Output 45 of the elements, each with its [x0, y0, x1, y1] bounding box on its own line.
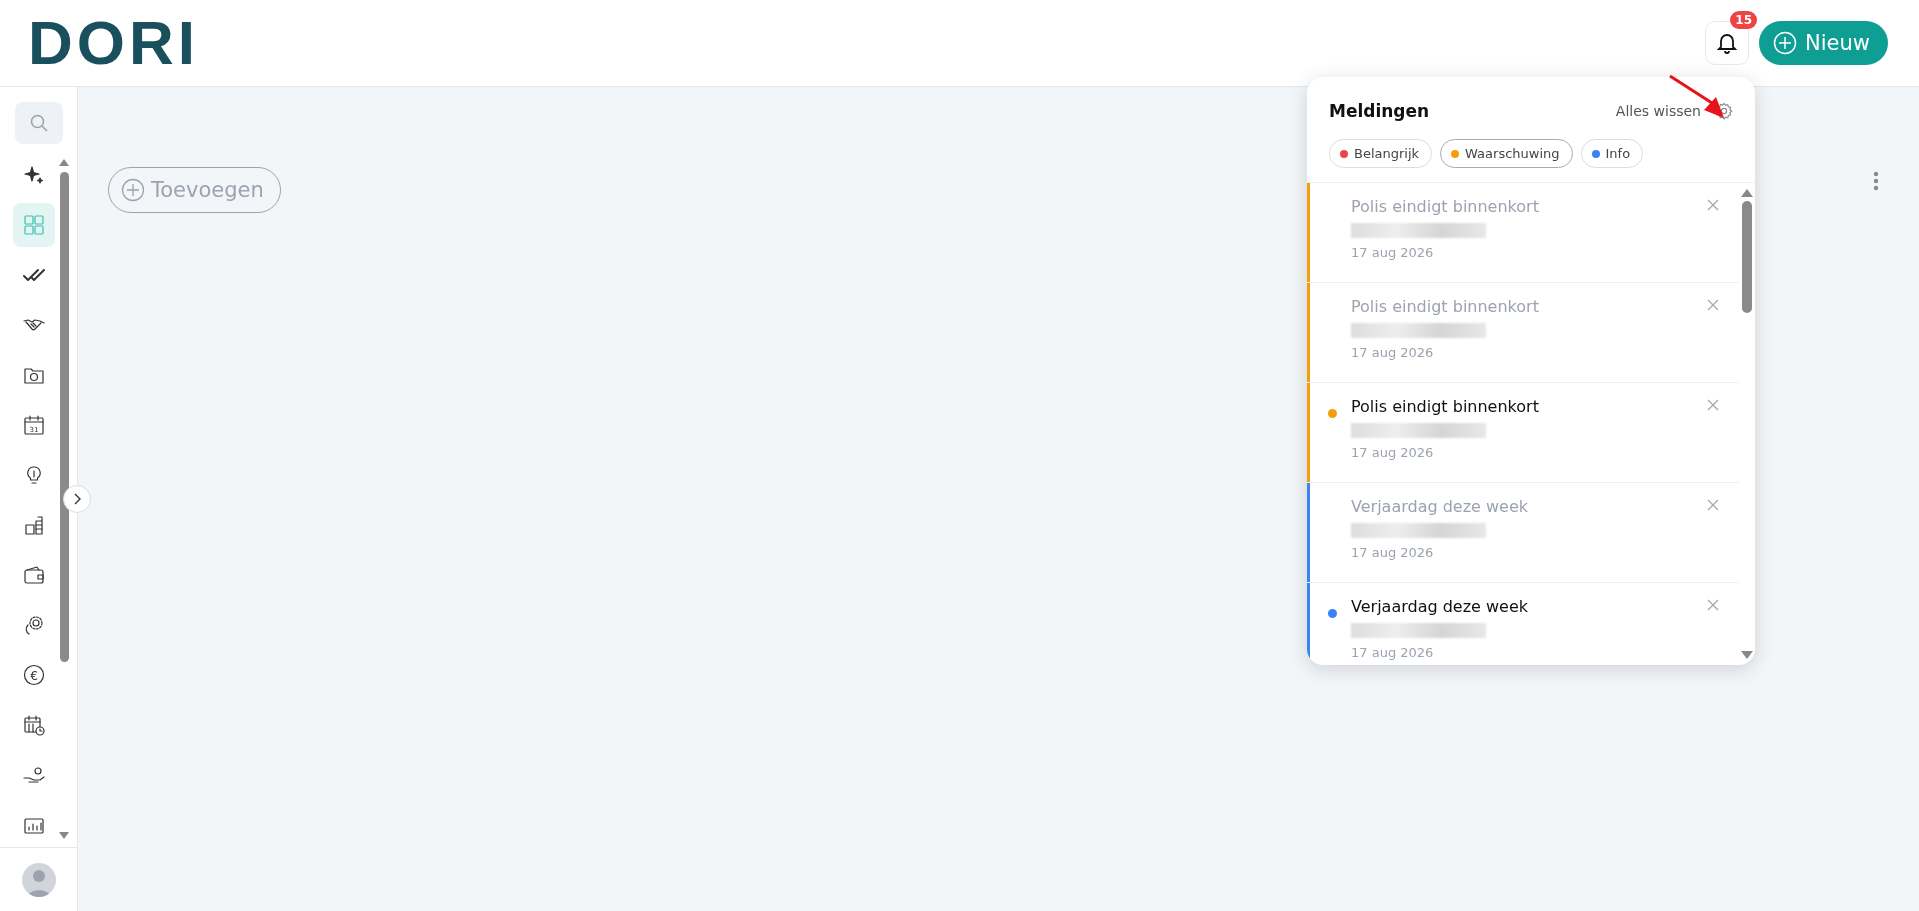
dori-logo: DORI	[28, 12, 199, 74]
notification-count-badge: 15	[1730, 11, 1758, 29]
notification-date: 17 aug 2026	[1351, 245, 1435, 260]
filter-chip[interactable]: Belangrijk	[1329, 139, 1433, 168]
sidebar-nav-item[interactable]: €	[12, 653, 55, 698]
notification-item[interactable]: Verjaardag deze week 17 aug 2026	[1307, 583, 1739, 665]
notification-title: Polis eindigt binnenkort	[1351, 297, 1540, 316]
scroll-up-icon	[1741, 189, 1753, 197]
notification-date: 17 aug 2026	[1351, 445, 1435, 460]
chevron-right-icon	[73, 493, 81, 505]
calendar-clock-icon	[21, 713, 46, 738]
close-icon	[1707, 398, 1719, 411]
scroll-down-icon	[59, 832, 69, 839]
close-icon	[1707, 298, 1719, 311]
notification-date: 17 aug 2026	[1351, 345, 1435, 360]
scroll-down-icon	[1741, 651, 1753, 659]
close-icon	[1707, 498, 1719, 511]
panel-title: Meldingen	[1329, 101, 1430, 121]
scrollbar-thumb[interactable]	[1742, 201, 1752, 313]
unread-dot	[1328, 609, 1337, 618]
filter-chip[interactable]: Waarschuwing	[1440, 139, 1573, 168]
search-button[interactable]	[14, 102, 63, 145]
grid-icon	[21, 213, 46, 238]
bell-icon	[1717, 32, 1738, 54]
scroll-up-icon	[59, 159, 69, 166]
close-icon	[1707, 598, 1719, 611]
notification-title: Verjaardag deze week	[1351, 497, 1530, 516]
scrollbar-thumb[interactable]	[59, 172, 69, 662]
close-icon	[1707, 198, 1719, 211]
notification-title: Polis eindigt binnenkort	[1351, 197, 1540, 216]
plus-circle-icon	[121, 178, 145, 202]
clear-all-link[interactable]: Alles wissen	[1615, 103, 1701, 119]
notification-date: 17 aug 2026	[1351, 645, 1435, 660]
notification-title: Polis eindigt binnenkort	[1351, 397, 1540, 416]
notification-item[interactable]: Polis eindigt binnenkort 17 aug 2026	[1307, 383, 1739, 483]
notification-date: 17 aug 2026	[1351, 545, 1435, 560]
plus-circle-icon	[1773, 31, 1798, 55]
notification-title: Verjaardag deze week	[1351, 597, 1530, 616]
more-options-icon[interactable]	[1873, 171, 1879, 191]
euro-coin-icon: €	[21, 663, 46, 688]
search-icon	[28, 113, 49, 134]
filter-chip[interactable]: Info	[1580, 139, 1644, 168]
unread-dot	[1328, 409, 1337, 418]
settings-icon[interactable]	[1715, 102, 1733, 120]
avatar-silhouette[interactable]	[21, 862, 56, 897]
